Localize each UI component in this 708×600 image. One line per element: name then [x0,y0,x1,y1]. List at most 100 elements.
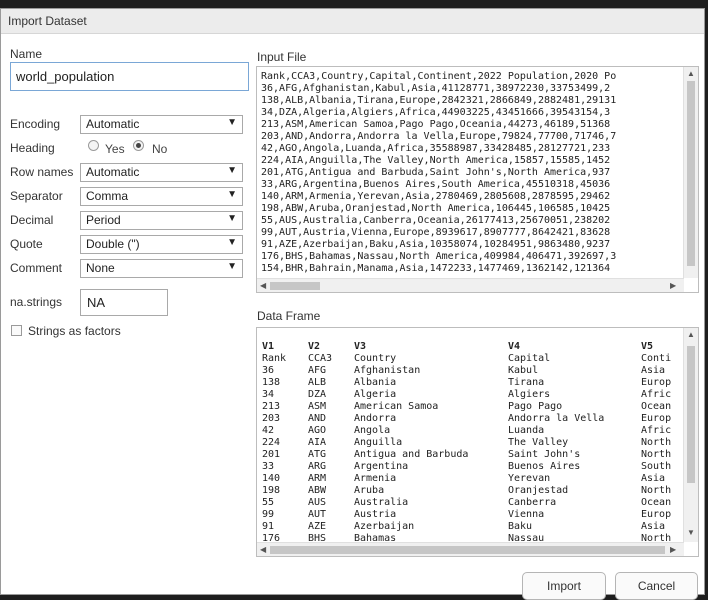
table-row: 140 ARM Armenia Yerevan Asia [257,473,682,485]
data-frame-vscroll[interactable]: ▲ ▼ [683,328,698,542]
input-file-text: Rank,CCA3,Country,Capital,Continent,2022… [261,71,616,275]
input-file-line: 34,DZA,Algeria,Algiers,Africa,44903225,4… [261,107,611,118]
nastrings-input[interactable] [80,289,168,316]
chevron-down-icon: ▼ [227,189,237,200]
input-file-vscroll-thumb[interactable] [687,81,695,266]
table-cell: 36 [262,365,275,376]
input-file-hscroll[interactable]: ◀ ▶ [257,278,684,292]
data-frame-vscroll-thumb[interactable] [687,346,695,483]
table-cell: Austria [354,509,397,520]
table-cell: Rank [262,353,287,364]
table-cell: 42 [262,425,275,436]
heading-yes-radio[interactable] [88,140,99,151]
table-row: 91 AZE Azerbaijan Baku Asia [257,521,682,533]
table-cell: 201 [262,449,281,460]
input-file-vscroll[interactable]: ▲ [683,67,698,278]
comment-value: None [86,261,115,275]
input-file-preview[interactable]: Rank,CCA3,Country,Capital,Continent,2022… [256,66,699,293]
table-cell: Algiers [508,389,551,400]
scroll-left-icon[interactable]: ◀ [260,281,266,290]
scroll-up-icon[interactable]: ▲ [687,69,695,78]
table-cell: Buenos Aires [508,461,581,472]
input-file-line: 140,ARM,Armenia,Yerevan,Asia,2780469,280… [261,191,611,202]
table-cell: Pago Pago [508,401,563,412]
scroll-down-icon[interactable]: ▼ [687,528,695,537]
encoding-label: Encoding [10,117,61,131]
table-cell: Algeria [354,389,397,400]
input-file-line: 99,AUT,Austria,Vienna,Europe,8939617,890… [261,227,611,238]
scroll-left-icon[interactable]: ◀ [260,545,266,554]
quote-value: Double (") [86,237,140,251]
column-header: V2 [308,341,321,352]
input-file-label: Input File [257,50,307,64]
table-row: 33 ARG Argentina Buenos Aires South [257,461,682,473]
chevron-down-icon: ▼ [227,237,237,248]
table-cell: Afric [641,425,672,436]
table-cell: Saint John's [508,449,581,460]
comment-label: Comment [10,261,63,275]
table-row: 99 AUT Austria Vienna Europ [257,509,682,521]
strings-as-factors-checkbox[interactable] [11,325,22,336]
decimal-select[interactable]: Period ▼ [80,211,243,230]
quote-select[interactable]: Double (") ▼ [80,235,243,254]
encoding-value: Automatic [86,117,140,131]
encoding-select[interactable]: Automatic ▼ [80,115,243,134]
data-frame-hscroll[interactable]: ◀ ▶ [257,542,684,556]
table-cell: 203 [262,413,281,424]
data-frame-preview[interactable]: V1 V2 V3 V4 V5 Rank CCA3 Country Capital Conti 36 A… [256,327,699,557]
input-file-line: 91,AZE,Azerbaijan,Baku,Asia,10358074,102… [261,239,611,250]
table-cell: Country [354,353,397,364]
dialog-titlebar: Import Dataset [1,9,704,34]
input-file-line: 213,ASM,American Samoa,Pago Pago,Oceania… [261,119,611,130]
table-cell: Andorra la Vella [508,413,605,424]
table-cell: 99 [262,509,275,520]
table-row: 213 ASM American Samoa Pago Pago Ocean [257,401,682,413]
table-cell: DZA [308,389,327,400]
heading-label: Heading [10,141,55,155]
table-cell: 224 [262,437,281,448]
table-cell: ASM [308,401,327,412]
scroll-right-icon[interactable]: ▶ [670,545,676,554]
rownames-select[interactable]: Automatic ▼ [80,163,243,182]
table-cell: Afric [641,389,672,400]
scroll-right-icon[interactable]: ▶ [670,281,676,290]
name-input[interactable] [10,62,249,91]
table-cell: ATG [308,449,327,460]
table-cell: North [641,437,672,448]
table-cell: CCA3 [308,353,333,364]
column-header: V3 [354,341,367,352]
cancel-button[interactable]: Cancel [615,572,698,600]
table-cell: 138 [262,377,281,388]
table-cell: Asia [641,473,666,484]
import-dataset-dialog: Import Dataset Name Encoding Automatic ▼… [0,8,705,600]
table-cell: Europ [641,377,672,388]
input-file-line: 176,BHS,Bahamas,Nassau,North America,409… [261,251,617,262]
chevron-down-icon: ▼ [227,165,237,176]
rownames-label: Row names [10,165,74,179]
table-cell: South [641,461,672,472]
decimal-label: Decimal [10,213,54,227]
input-file-hscroll-thumb[interactable] [270,282,320,290]
input-file-line: 138,ALB,Albania,Tirana,Europe,2842321,28… [261,95,617,106]
comment-select[interactable]: None ▼ [80,259,243,278]
input-file-line: 201,ATG,Antigua and Barbuda,Saint John's… [261,167,611,178]
name-label: Name [10,47,43,61]
nastrings-label: na.strings [10,295,63,309]
data-frame-hscroll-thumb[interactable] [270,546,665,554]
scroll-up-icon[interactable]: ▲ [687,330,695,339]
table-cell: AUT [308,509,327,520]
table-cell: Europ [641,413,672,424]
table-cell: North [641,449,672,460]
strings-as-factors-label: Strings as factors [28,324,121,338]
import-button[interactable]: Import [522,572,606,600]
table-cell: AND [308,413,327,424]
table-row: 55 AUS Australia Canberra Ocean [257,497,682,509]
heading-no-radio[interactable] [133,140,144,151]
table-cell: Yerevan [508,473,551,484]
table-cell: Argentina [354,461,409,472]
heading-no-label: No [152,142,168,156]
separator-select[interactable]: Comma ▼ [80,187,243,206]
separator-label: Separator [10,189,63,203]
table-cell: Armenia [354,473,397,484]
chevron-down-icon: ▼ [227,213,237,224]
